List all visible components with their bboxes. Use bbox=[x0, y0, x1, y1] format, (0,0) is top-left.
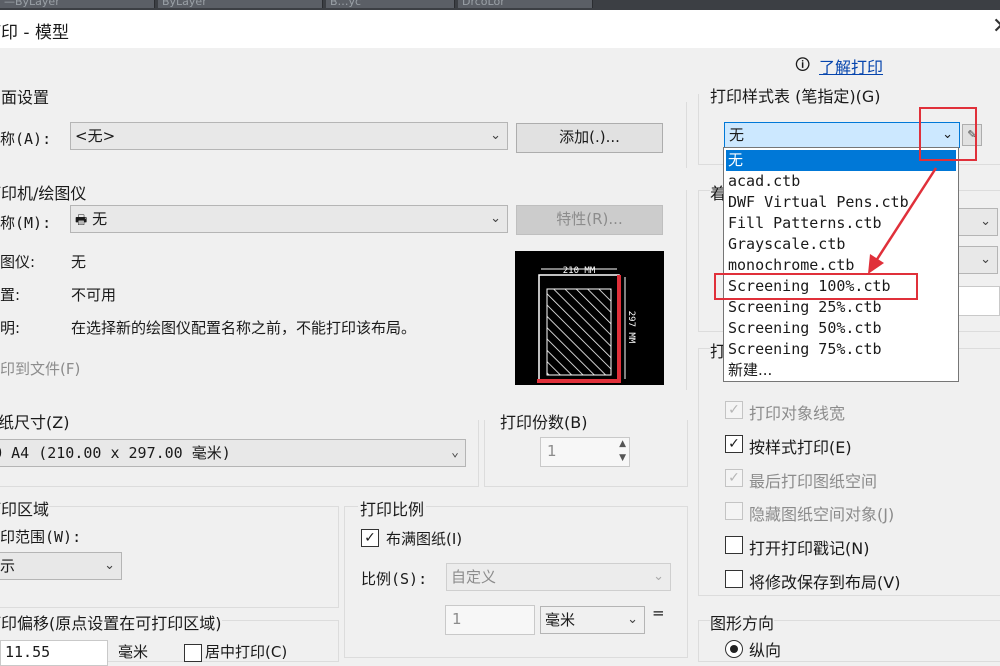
plot-stamp-label: 打开打印戳记(N) bbox=[749, 539, 870, 558]
page-setup-title: 页面设置 bbox=[0, 88, 50, 107]
chevron-down-icon: ⌄ bbox=[451, 445, 459, 460]
annotation-arrow bbox=[868, 167, 938, 274]
scale-unit-select[interactable]: 毫米 ⌄ bbox=[540, 606, 645, 634]
plot-area-title: 打印区域 bbox=[0, 496, 50, 520]
chevron-down-icon: ⌄ bbox=[627, 612, 638, 627]
printer-name-value: 无 bbox=[92, 210, 108, 228]
hide-paperspace-objects-label: 隐藏图纸空间对象(J) bbox=[749, 505, 895, 524]
center-plot-checkbox[interactable] bbox=[184, 644, 202, 662]
plotter-value: 无 bbox=[71, 253, 87, 271]
portrait-label: 纵向 bbox=[749, 641, 782, 660]
paperspace-last-checkbox[interactable]: ✓ bbox=[725, 469, 743, 487]
shade-plot-select[interactable]: ⌄ bbox=[958, 208, 998, 236]
color-dropdown[interactable]: DrcoLor bbox=[458, 0, 593, 8]
add-page-setup-button[interactable]: 添加(.)... bbox=[516, 123, 663, 153]
plot-what-label: 打印范围(W): bbox=[0, 528, 82, 546]
location-value: 不可用 bbox=[71, 286, 117, 304]
plot-stamp-checkbox[interactable] bbox=[725, 536, 743, 554]
plot-style-selected-value: 无 bbox=[729, 126, 745, 144]
description-label: 说明: bbox=[0, 319, 21, 337]
save-to-layout-label: 将修改保存到布局(V) bbox=[749, 573, 901, 592]
print-to-file-checkbox[interactable]: 打印到文件(F) bbox=[0, 358, 80, 379]
chevron-down-icon: ⌄ bbox=[104, 558, 115, 573]
portrait-radio[interactable] bbox=[725, 640, 743, 658]
learn-print-link[interactable]: 了解打印 bbox=[819, 54, 883, 78]
chevron-up-icon[interactable]: ▲ bbox=[619, 439, 626, 449]
plot-what-value: 显示 bbox=[0, 557, 16, 575]
page-setup-name-label: 名称(A): bbox=[0, 130, 52, 148]
info-icon: 🛈 bbox=[795, 56, 811, 74]
orientation-title: 图形方向 bbox=[710, 610, 775, 634]
dropdown-option[interactable]: Screening 75%.ctb bbox=[726, 339, 956, 360]
dropdown-option[interactable]: 新建... bbox=[726, 360, 956, 381]
center-plot-label: 居中打印(C) bbox=[205, 643, 288, 661]
chevron-down-icon: ⌄ bbox=[490, 128, 501, 143]
plot-style-title: 打印样式表 (笔指定)(G) bbox=[710, 87, 881, 106]
plot-what-select[interactable]: 显示 ⌄ bbox=[0, 552, 122, 580]
linetype-dropdown[interactable]: —ByLayer bbox=[0, 0, 155, 8]
dropdown-option[interactable]: Screening 25%.ctb bbox=[726, 297, 956, 318]
printer-name-select[interactable]: 🖶 无 ⌄ bbox=[70, 205, 508, 233]
copies-spinner[interactable]: 1 ▲ ▼ bbox=[540, 437, 630, 467]
paper-size-select[interactable]: ISO A4 (210.00 x 297.00 毫米) ⌄ bbox=[0, 439, 466, 467]
scale-number-value: 1 bbox=[452, 610, 462, 628]
scale-unit-value: 毫米 bbox=[545, 611, 576, 629]
hide-paperspace-objects-checkbox[interactable] bbox=[725, 502, 743, 520]
dialog-title: 打印 - 模型 bbox=[0, 23, 69, 43]
plot-with-styles-label: 按样式打印(E) bbox=[749, 438, 852, 457]
top-toolbar-strip: —ByLayer ByLayer B…yc DrcoLor bbox=[0, 0, 1000, 10]
paper-size-value: ISO A4 (210.00 x 297.00 毫米) bbox=[0, 444, 231, 462]
plot-lineweights-label: 打印对象线宽 bbox=[749, 404, 846, 423]
location-label: 位置: bbox=[0, 286, 21, 304]
paper-preview: 210 MM 297 MM bbox=[515, 251, 664, 385]
printer-properties-button[interactable]: 特性(R)... bbox=[516, 205, 663, 235]
plot-scale-title: 打印比例 bbox=[358, 496, 427, 520]
scale-select[interactable]: 自定义 ⌄ bbox=[446, 563, 671, 591]
chevron-down-icon[interactable]: ▼ bbox=[619, 453, 626, 463]
plot-lineweights-checkbox[interactable]: ✓ bbox=[725, 401, 743, 419]
save-to-layout-checkbox[interactable] bbox=[725, 570, 743, 588]
printer-group-title: 打印机/绘图仪 bbox=[0, 184, 87, 203]
close-icon[interactable]: ✕ bbox=[992, 14, 1000, 39]
scale-equals: = bbox=[652, 604, 665, 622]
dropdown-option[interactable]: Screening 50%.ctb bbox=[726, 318, 956, 339]
printer-name-label: 名称(M): bbox=[0, 214, 52, 232]
plotter-label: 绘图仪: bbox=[0, 253, 36, 271]
offset-x-input[interactable]: 11.55 bbox=[0, 640, 108, 666]
chevron-down-icon: ⌄ bbox=[490, 211, 501, 226]
printable-area bbox=[546, 288, 612, 376]
paper-preview-graphic: 210 MM 297 MM bbox=[537, 266, 636, 383]
page-setup-name-value: <无> bbox=[75, 127, 116, 145]
offset-x-value: 11.55 bbox=[5, 643, 51, 661]
copies-value: 1 bbox=[547, 442, 557, 460]
scale-number-input[interactable]: 1 bbox=[445, 605, 535, 635]
width-dimension-label: 210 MM bbox=[563, 266, 596, 276]
paperspace-last-label: 最后打印图纸空间 bbox=[749, 472, 878, 491]
fit-to-paper-label: 布满图纸(I) bbox=[386, 530, 463, 548]
chevron-down-icon: ⌄ bbox=[653, 569, 664, 584]
scale-value: 自定义 bbox=[451, 568, 497, 586]
description-value: 在选择新的绘图仪配置名称之前，不能打印该布局。 bbox=[71, 319, 417, 337]
quality-select[interactable]: ⌄ bbox=[958, 246, 998, 274]
scale-label: 比例(S): bbox=[361, 570, 428, 588]
page-setup-name-select[interactable]: <无> ⌄ bbox=[70, 122, 508, 150]
copies-title: 打印份数(B) bbox=[500, 413, 588, 432]
height-dimension-label: 297 MM bbox=[626, 311, 636, 344]
plot-with-styles-checkbox[interactable]: ✓ bbox=[725, 435, 743, 453]
dpi-input[interactable] bbox=[958, 286, 1000, 316]
fit-to-paper-checkbox[interactable]: ✓ bbox=[361, 529, 379, 547]
chevron-down-icon: ⌄ bbox=[980, 252, 991, 267]
lineweight-dropdown[interactable]: ByLayer bbox=[158, 0, 323, 8]
paper-size-title: 图纸尺寸(Z) bbox=[0, 413, 70, 432]
printer-icon: 🖶 bbox=[75, 213, 88, 228]
dialog-titlebar bbox=[0, 10, 1000, 48]
offset-x-unit: 毫米 bbox=[118, 643, 149, 661]
chevron-down-icon: ⌄ bbox=[980, 214, 991, 229]
annotation-highlight-box bbox=[919, 107, 977, 161]
plotstyle-dropdown[interactable]: B…yc bbox=[326, 0, 455, 8]
plot-offset-title: 打印偏移(原点设置在可打印区域) bbox=[0, 610, 222, 634]
